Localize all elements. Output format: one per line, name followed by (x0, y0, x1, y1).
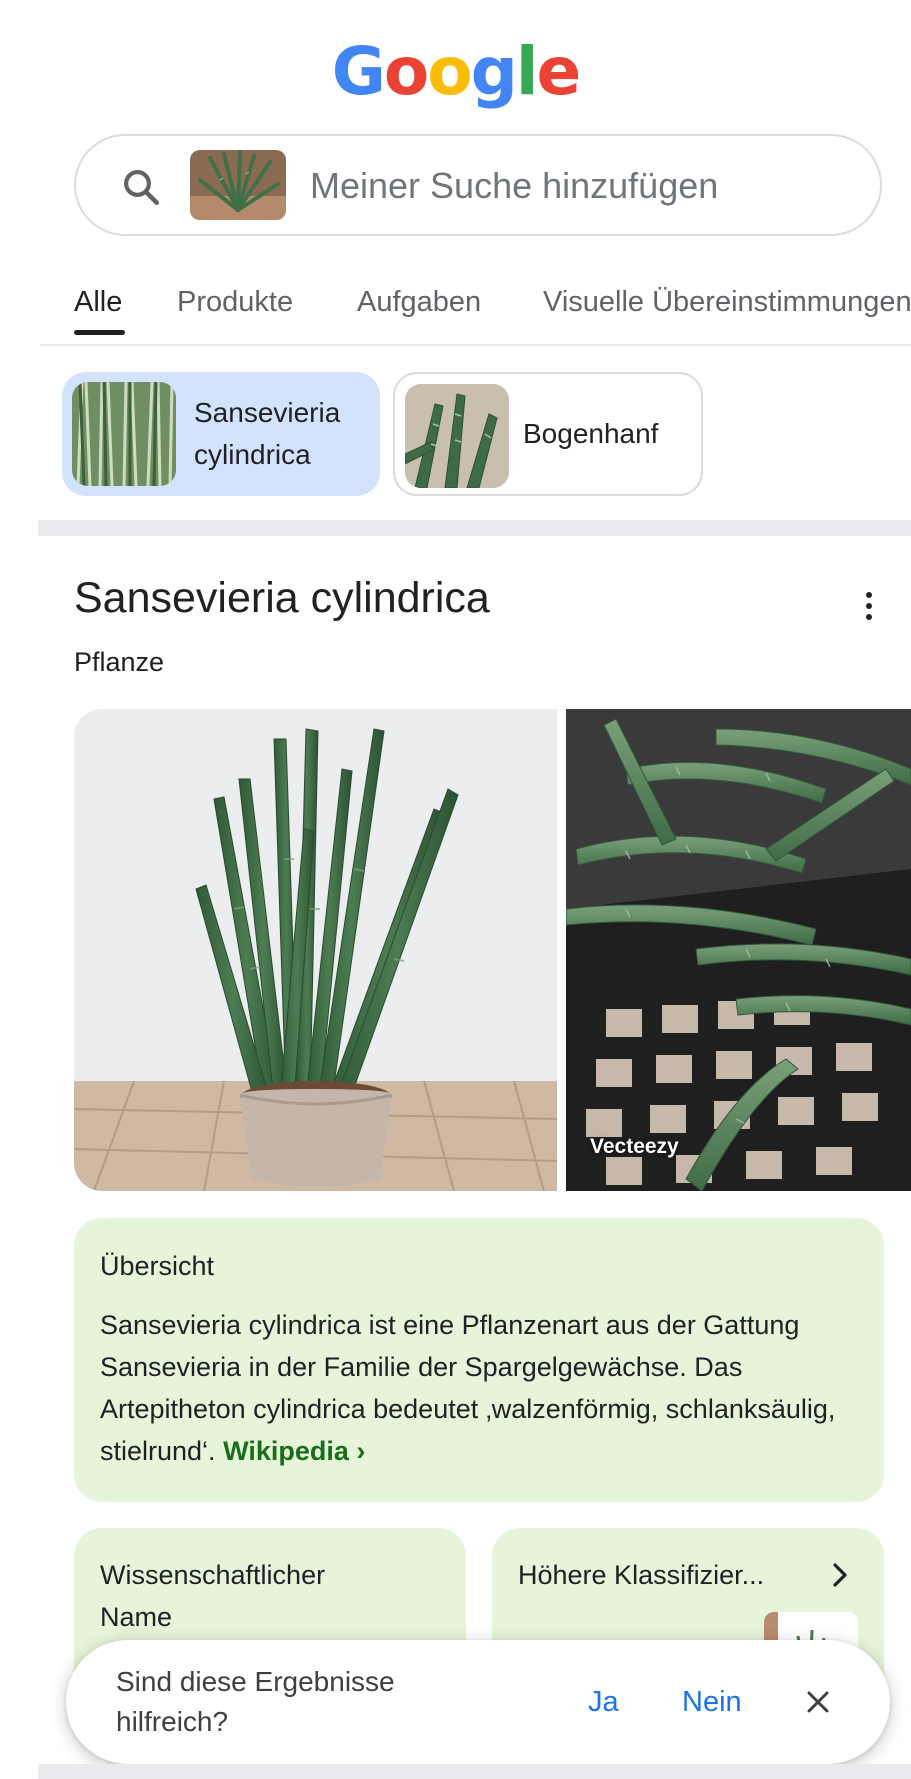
feedback-prompt: Sind diese Ergebnisse hilfreich? Ja Nein (66, 1640, 890, 1764)
active-tab-indicator (74, 330, 125, 335)
feedback-question: Sind diese Ergebnisse hilfreich? (116, 1662, 456, 1742)
wikipedia-link[interactable]: Wikipedia › (223, 1436, 365, 1466)
overview-text: Sansevieria cylindrica ist eine Pflanzen… (100, 1310, 836, 1466)
search-bar[interactable]: Meiner Suche hinzufügen (74, 134, 882, 236)
logo-letter: o (383, 33, 429, 110)
chip-sansevieria-cylindrica[interactable]: Sansevieria cylindrica (62, 372, 380, 496)
chevron-right-icon (833, 1563, 847, 1587)
chip-label-line: Sansevieria (194, 397, 341, 428)
chip-label-line: cylindrica (194, 439, 311, 470)
section-separator (38, 1764, 911, 1779)
feedback-yes-button[interactable]: Ja (588, 1682, 619, 1722)
logo-letter: l (515, 33, 539, 110)
divider (40, 344, 911, 346)
feedback-question-line: hilfreich? (116, 1706, 229, 1737)
chip-label: Sansevieria cylindrica (194, 392, 340, 476)
search-placeholder[interactable]: Meiner Suche hinzufügen (310, 162, 718, 210)
close-icon[interactable] (804, 1688, 832, 1716)
tab-alle[interactable]: Alle (74, 282, 122, 322)
query-image-thumbnail[interactable] (190, 150, 286, 220)
knowledge-panel-title: Sansevieria cylindrica (74, 574, 490, 622)
tab-visuelle-uebereinstimmungen[interactable]: Visuelle Übereinstimmungen (543, 282, 911, 322)
search-icon[interactable] (120, 166, 162, 208)
plant-image-trays[interactable]: Vecteezy (566, 709, 911, 1191)
more-options-icon[interactable] (862, 592, 876, 632)
chip-bogenhanf[interactable]: Bogenhanf (393, 372, 703, 496)
tab-aufgaben[interactable]: Aufgaben (357, 282, 481, 322)
entity-chips: Sansevieria cylindrica Bogenhanf (0, 372, 911, 496)
overview-body: Sansevieria cylindrica ist eine Pflanzen… (100, 1304, 858, 1472)
logo-letter: G (331, 33, 386, 110)
logo-letter: o (427, 33, 472, 110)
overview-heading: Übersicht (100, 1251, 215, 1281)
chip-label: Bogenhanf (523, 418, 659, 449)
logo-letter: g (470, 33, 518, 110)
logo-letter: e (536, 33, 581, 110)
chip-thumbnail (405, 384, 509, 488)
search-tabs: Alle Produkte Aufgaben Visuelle Übereins… (0, 280, 911, 342)
fact-label: Wissenschaftlicher (100, 1560, 326, 1590)
image-gallery: Vecteezy (74, 709, 911, 1191)
tab-produkte[interactable]: Produkte (177, 282, 293, 322)
fact-label: Höhere Klassifizier... (518, 1560, 765, 1590)
google-logo[interactable]: Google (0, 36, 911, 108)
chip-thumbnail (72, 382, 176, 486)
overview-card: Übersicht Sansevieria cylindrica ist ein… (74, 1218, 884, 1502)
image-credit: Vecteezy (590, 1135, 679, 1158)
plant-image-potted[interactable] (74, 709, 557, 1191)
section-separator (38, 520, 911, 536)
fact-label: Name (100, 1602, 173, 1632)
knowledge-panel-subtitle: Pflanze (74, 647, 165, 677)
feedback-question-line: Sind diese Ergebnisse (116, 1666, 395, 1697)
feedback-no-button[interactable]: Nein (682, 1682, 742, 1722)
